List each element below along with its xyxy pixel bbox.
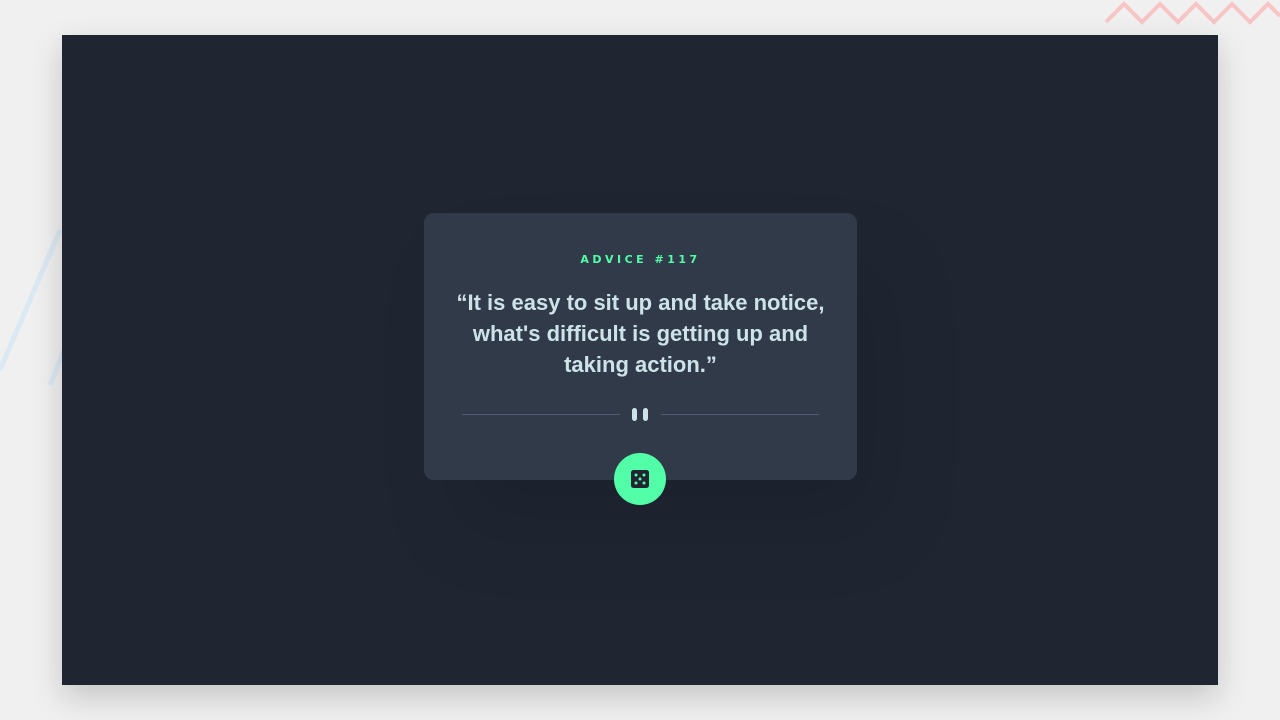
app-frame: ADVICE #117 “It is easy to sit up and ta…	[62, 35, 1218, 685]
generate-advice-button[interactable]	[614, 453, 666, 505]
advice-card: ADVICE #117 “It is easy to sit up and ta…	[424, 213, 857, 505]
divider	[462, 405, 819, 425]
dice-icon	[631, 470, 649, 488]
advice-id-label: ADVICE #117	[580, 253, 701, 266]
advice-quote: “It is easy to sit up and take notice, w…	[456, 290, 825, 377]
decorative-zigzag	[1104, 1, 1280, 25]
page: ADVICE #117 “It is easy to sit up and ta…	[0, 0, 1280, 720]
divider-line-left	[462, 414, 620, 415]
decorative-lines	[0, 229, 70, 386]
pause-icon	[632, 408, 649, 422]
divider-line-right	[661, 414, 819, 415]
